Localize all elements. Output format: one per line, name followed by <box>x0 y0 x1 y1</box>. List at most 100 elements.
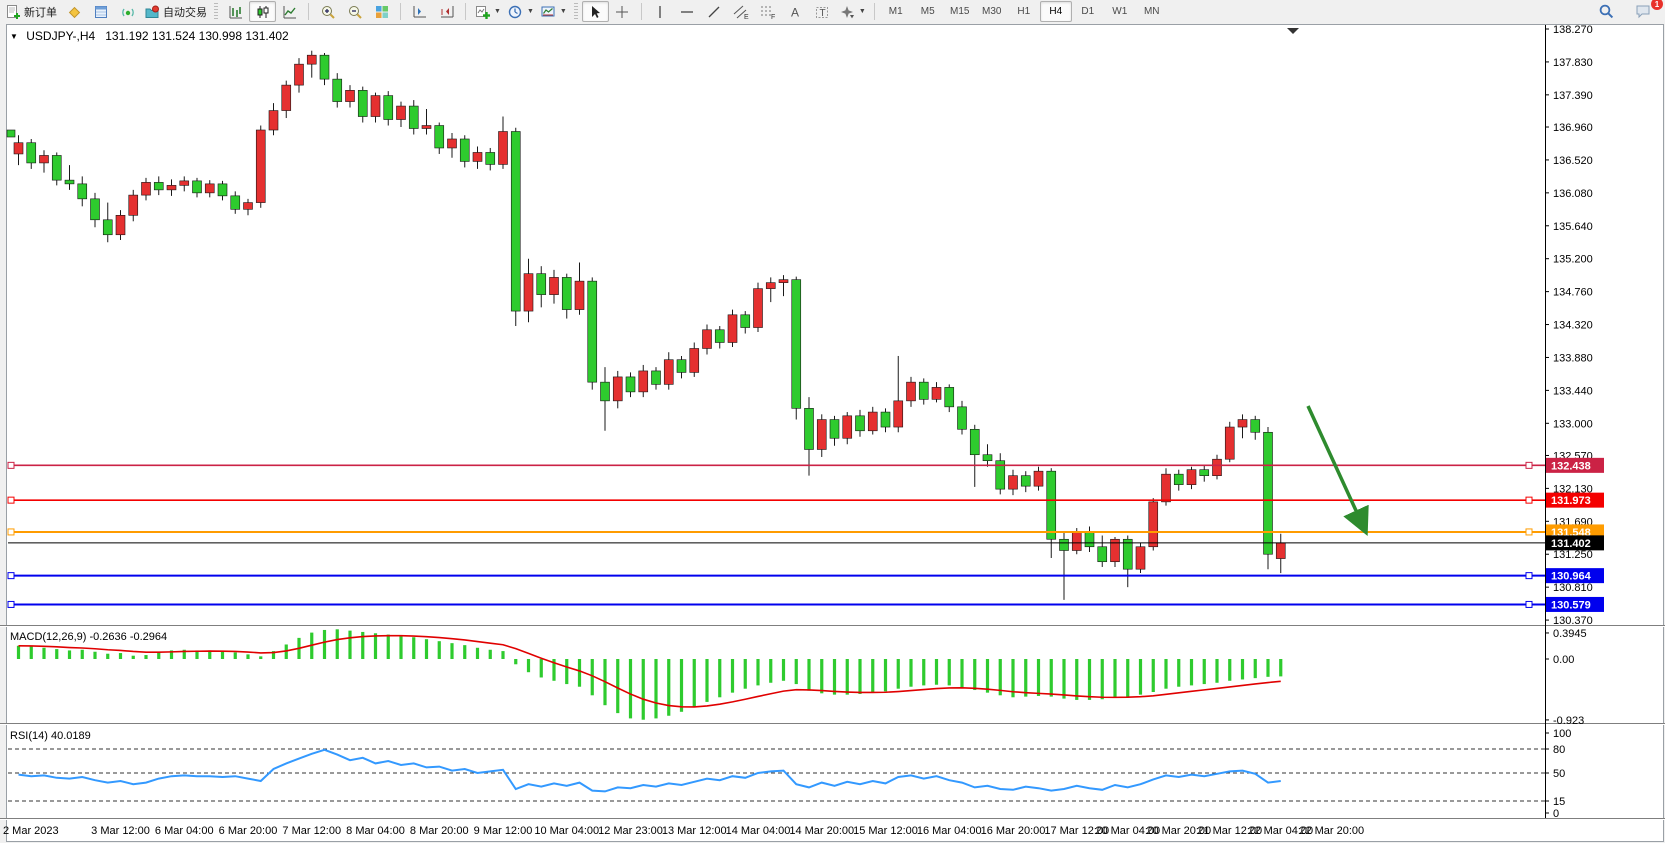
zoom-out-icon <box>347 4 363 20</box>
candle-up <box>524 274 533 311</box>
timeframe-m30[interactable]: M30 <box>976 1 1008 22</box>
candle-chart-button[interactable] <box>249 1 276 22</box>
candle-down <box>52 155 61 180</box>
timeframe-h4[interactable]: H4 <box>1040 1 1072 22</box>
trade-group: 新订单 自动交易 <box>0 0 212 23</box>
clock-icon <box>507 4 523 20</box>
templates-icon <box>540 4 556 20</box>
market-watch-button[interactable] <box>87 1 114 22</box>
signals-button[interactable] <box>114 1 141 22</box>
zoom-out-button[interactable] <box>341 1 368 22</box>
candle-up <box>1238 420 1247 427</box>
candle-up <box>307 55 316 64</box>
chart-canvas[interactable]: 138.270137.830137.390136.960136.520136.0… <box>0 23 1665 843</box>
period-button[interactable]: ▼ <box>504 1 537 22</box>
line-handle[interactable] <box>8 573 14 579</box>
channel-button[interactable]: E <box>728 1 755 22</box>
candle-up <box>116 215 125 234</box>
tile-windows-button[interactable] <box>368 1 395 22</box>
zoom-in-button[interactable] <box>314 1 341 22</box>
arrows-button[interactable]: ▼ <box>836 1 869 22</box>
timeframe-m15[interactable]: M15 <box>944 1 976 22</box>
chevron-down-icon: ▼ <box>560 8 567 15</box>
line-handle[interactable] <box>8 497 14 503</box>
cursor-icon <box>587 4 603 20</box>
timeframe-mn[interactable]: MN <box>1136 1 1168 22</box>
svg-text:22 Mar 20:00: 22 Mar 20:00 <box>1299 825 1364 837</box>
candle-down <box>741 315 750 328</box>
candle-down <box>320 55 329 79</box>
svg-text:136.960: 136.960 <box>1553 122 1593 134</box>
timeframe-m5[interactable]: M5 <box>912 1 944 22</box>
svg-text:50: 50 <box>1553 768 1565 780</box>
line-chart-icon <box>282 4 298 20</box>
line-handle[interactable] <box>1526 529 1532 535</box>
crosshair-button[interactable] <box>609 1 636 22</box>
line-handle[interactable] <box>1526 497 1532 503</box>
time-axis: 2 Mar 20233 Mar 12:006 Mar 04:006 Mar 20… <box>3 825 1364 837</box>
candle-chart-icon <box>255 4 271 20</box>
svg-text:13 Mar 12:00: 13 Mar 12:00 <box>662 825 727 837</box>
objects-group: E F A T ▼ <box>645 0 871 23</box>
toolbar-right: 1 <box>1593 1 1665 22</box>
indicator-add-button[interactable] <box>433 1 460 22</box>
candle-up <box>371 96 380 117</box>
svg-text:80: 80 <box>1553 744 1565 756</box>
candle-down <box>1123 539 1132 569</box>
line-handle[interactable] <box>8 601 14 607</box>
candle-down <box>1098 547 1107 562</box>
candle-up <box>448 139 457 148</box>
timeframe-w1[interactable]: W1 <box>1104 1 1136 22</box>
line-handle[interactable] <box>1526 573 1532 579</box>
templates-button[interactable]: ▼ <box>537 1 570 22</box>
horizontal-line-button[interactable] <box>674 1 701 22</box>
trendline-button[interactable] <box>701 1 728 22</box>
candle-down <box>983 455 992 461</box>
candle-down <box>193 181 202 193</box>
line-chart-button[interactable] <box>276 1 303 22</box>
search-button[interactable] <box>1593 1 1620 22</box>
auto-trading-button[interactable]: 自动交易 <box>141 1 210 22</box>
svg-text:131.250: 131.250 <box>1553 549 1593 561</box>
chat-badge: 1 <box>1651 0 1663 10</box>
arrows-icon <box>839 4 855 20</box>
line-handle[interactable] <box>8 462 14 468</box>
line-handle[interactable] <box>8 529 14 535</box>
auto-trading-label: 自动交易 <box>163 4 207 20</box>
trendline-icon <box>706 4 722 20</box>
zoom-group <box>312 0 397 23</box>
tile-windows-icon <box>374 4 390 20</box>
candle-up <box>894 401 903 427</box>
vertical-line-icon <box>652 4 668 20</box>
fibonacci-button[interactable]: F <box>755 1 782 22</box>
candle-down <box>27 143 36 163</box>
candle-up <box>1276 543 1285 559</box>
bar-chart-button[interactable] <box>222 1 249 22</box>
price-tag: 130.579 <box>1546 597 1604 612</box>
timeframe-h1[interactable]: H1 <box>1008 1 1040 22</box>
line-handle[interactable] <box>1526 462 1532 468</box>
timeframe-m1[interactable]: M1 <box>880 1 912 22</box>
indicator-window-button[interactable] <box>406 1 433 22</box>
horizontal-line-icon <box>679 4 695 20</box>
candle-down <box>435 126 444 148</box>
indicator-window-group <box>404 0 462 23</box>
new-order-button[interactable]: 新订单 <box>2 1 60 22</box>
svg-text:E: E <box>744 14 749 20</box>
left-edge-candle <box>7 130 15 137</box>
indicator-window-icon <box>412 4 428 20</box>
new-chart-button[interactable]: ▼ <box>471 1 504 22</box>
candle-up <box>817 420 826 450</box>
line-handle[interactable] <box>1526 601 1532 607</box>
price-tag: 131.973 <box>1546 493 1604 508</box>
candle-down <box>1200 470 1209 476</box>
timeframe-d1[interactable]: D1 <box>1072 1 1104 22</box>
cursor-button[interactable] <box>582 1 609 22</box>
toolbar-grip <box>214 3 218 20</box>
chat-button[interactable]: 1 <box>1630 1 1657 22</box>
vertical-line-button[interactable] <box>647 1 674 22</box>
quotes-button[interactable] <box>60 1 87 22</box>
svg-text:0.00: 0.00 <box>1553 654 1574 666</box>
text-button[interactable]: A <box>782 1 809 22</box>
text-label-button[interactable]: T <box>809 1 836 22</box>
